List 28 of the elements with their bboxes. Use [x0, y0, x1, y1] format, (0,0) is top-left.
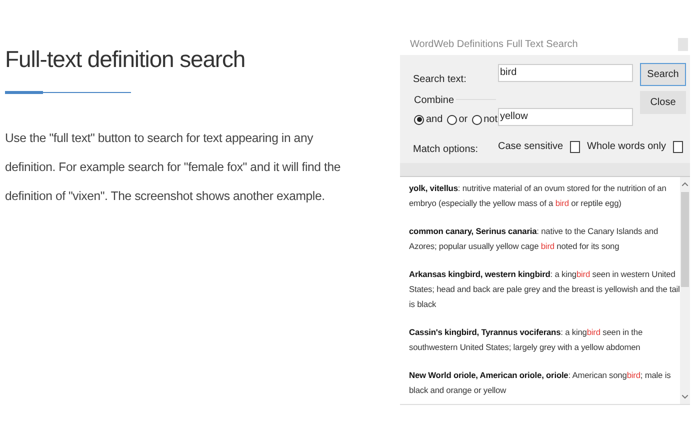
radio-label: and — [426, 113, 443, 127]
dialog-button[interactable]: Search — [640, 63, 686, 86]
match-options-label: Match options: — [413, 143, 478, 157]
definition-entry: Cassin's kingbird, Tyrannus vociferans: a kingbird seen in the southwestern United States; largely grey with a yellow abdomen — [409, 326, 644, 354]
definition-entry: common canary, Serinus canaria: native to the Canary Islands and Azores; popular usually yellow cage bird noted for its song — [409, 225, 660, 253]
checkbox-label: Whole words only — [587, 140, 666, 154]
radio-option[interactable]: or — [446, 112, 468, 127]
scroll-up-icon[interactable] — [682, 182, 688, 186]
window-title: WordWeb Definitions Full Text Search — [410, 38, 578, 52]
dialog-button[interactable]: Close — [640, 91, 686, 114]
second-search-field[interactable]: yellow — [498, 108, 633, 126]
scrollbar[interactable] — [680, 177, 690, 404]
scroll-down-icon[interactable] — [682, 395, 688, 399]
checkbox-label: Case sensitive — [498, 140, 564, 154]
definition-entry: yolk, vitellus: nutritive material of an ovum stored for the nutrition of an embryo (especially the yellow mass of a bird or reptile egg) — [409, 182, 668, 210]
definition-entry: Arkansas kingbird, western kingbird: a kingbird seen in western United States; head and back are pale grey and the breast is yellowish and the tail is black — [409, 268, 680, 311]
description-paragraph: Use the "full text" button to search for text appearing in any definition. For example search for "female fox" and it will find the definition of "vixen". The screenshot shows another example. — [5, 130, 342, 205]
search-label: Search text: — [413, 73, 466, 87]
scroll-thumb[interactable] — [681, 192, 689, 287]
checkbox-option[interactable]: Whole words only — [587, 139, 683, 154]
radio-label: not — [484, 113, 498, 127]
page-heading: Full-text definition search — [5, 45, 246, 74]
checkbox-option[interactable]: Case sensitive — [498, 139, 580, 154]
radio-label: or — [458, 113, 468, 127]
radio-option[interactable]: not — [472, 112, 498, 127]
radio-option[interactable]: and — [414, 112, 443, 127]
definition-entry: New World oriole, American oriole, oriole: American songbird; male is black and orange or yellow — [409, 369, 672, 397]
search-field[interactable]: bird — [498, 64, 633, 82]
